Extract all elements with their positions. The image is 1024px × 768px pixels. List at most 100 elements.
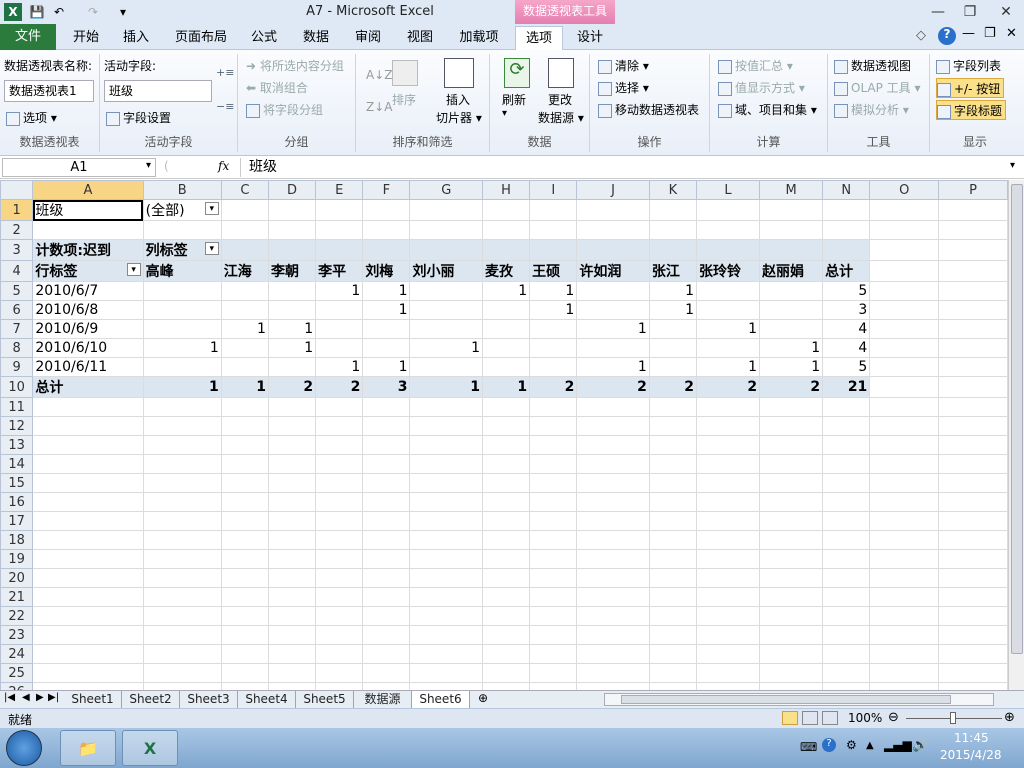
sort-asc-icon[interactable]: A↓Z (366, 68, 392, 82)
zoom-in-icon[interactable]: ⊕ (1004, 710, 1015, 725)
tab-insert[interactable]: 插入 (114, 26, 158, 50)
cell-m10[interactable]: 2 (759, 376, 824, 398)
zoom-slider-thumb[interactable] (950, 712, 956, 724)
cell-c13[interactable] (220, 435, 269, 455)
cell-b12[interactable] (142, 416, 222, 436)
clear-button[interactable]: 清除 ▾ (598, 56, 649, 76)
cell-b22[interactable] (142, 606, 222, 626)
cell-k26[interactable] (648, 682, 698, 690)
worksheet-grid[interactable]: A B C D E F G H I J K L M N O P 1 班级 (全部) ▾ 2 3 计数项:迟到 列标签 ▾ 4 行标签… (0, 180, 1008, 690)
cell-i11[interactable] (529, 397, 578, 417)
cell-j2[interactable] (576, 220, 650, 240)
cell-n8[interactable]: 4 (822, 338, 871, 358)
cell-f18[interactable] (362, 530, 411, 550)
cell-p23[interactable] (938, 625, 1008, 645)
cell-f23[interactable] (362, 625, 411, 645)
cell-k24[interactable] (648, 644, 698, 664)
cell-f21[interactable] (362, 587, 411, 607)
cell-h1[interactable] (481, 199, 531, 221)
ungroup-button[interactable]: ⬅ 取消组合 (246, 78, 308, 98)
cell-b2[interactable] (142, 220, 222, 240)
cell-o19[interactable] (869, 549, 940, 569)
vertical-scroll-thumb[interactable] (1011, 184, 1023, 654)
show-hidden-icons[interactable]: ▲ (866, 740, 874, 751)
cell-h19[interactable] (481, 549, 531, 569)
cell-g25[interactable] (409, 663, 483, 683)
cell-e20[interactable] (315, 568, 364, 588)
cell-d8[interactable]: 1 (267, 338, 317, 358)
cell-b23[interactable] (142, 625, 222, 645)
cell-f10[interactable]: 3 (362, 376, 411, 398)
cell-k19[interactable] (648, 549, 698, 569)
cell-f6[interactable]: 1 (362, 300, 411, 320)
cell-i14[interactable] (529, 454, 578, 474)
cell-a19[interactable] (32, 549, 144, 569)
cell-l10[interactable]: 2 (695, 376, 761, 398)
field-list-button[interactable]: 字段列表 (936, 56, 1001, 76)
cell-m18[interactable] (759, 530, 824, 550)
cell-c24[interactable] (220, 644, 269, 664)
cell-n1[interactable] (822, 199, 871, 221)
cell-h17[interactable] (481, 511, 531, 531)
cell-n21[interactable] (822, 587, 871, 607)
sheet-tab-3[interactable]: Sheet3 (180, 691, 238, 708)
cell-j24[interactable] (576, 644, 650, 664)
doc-close-button[interactable]: ✕ (1006, 26, 1017, 41)
cell-n11[interactable] (822, 397, 871, 417)
cell-f7[interactable] (362, 319, 411, 339)
column-header-e[interactable]: E (315, 180, 364, 200)
change-source-button[interactable]: 更改 (548, 90, 572, 110)
cell-k7[interactable] (648, 319, 698, 339)
cell-l13[interactable] (695, 435, 761, 455)
cell-p14[interactable] (938, 454, 1008, 474)
column-header-j[interactable]: J (576, 180, 650, 200)
cell-j19[interactable] (576, 549, 650, 569)
cell-k5[interactable]: 1 (648, 281, 698, 301)
cell-e3[interactable] (315, 239, 364, 261)
cell-a3[interactable]: 计数项:迟到 (32, 239, 144, 261)
cell-f12[interactable] (362, 416, 411, 436)
cell-h8[interactable] (481, 338, 531, 358)
column-header-a[interactable]: A (32, 180, 144, 200)
cell-o22[interactable] (869, 606, 940, 626)
cell-p18[interactable] (938, 530, 1008, 550)
cell-n17[interactable] (822, 511, 871, 531)
field-settings-button[interactable]: 字段设置 (106, 108, 171, 128)
cell-c4[interactable]: 江海 (220, 260, 269, 282)
cell-m16[interactable] (759, 492, 824, 512)
cell-c20[interactable] (220, 568, 269, 588)
cell-c22[interactable] (220, 606, 269, 626)
cell-k22[interactable] (648, 606, 698, 626)
horizontal-scrollbar[interactable] (604, 693, 994, 706)
cell-p9[interactable] (938, 357, 1008, 377)
cell-a15[interactable] (32, 473, 144, 493)
cell-d22[interactable] (267, 606, 317, 626)
cell-n10[interactable]: 21 (822, 376, 871, 398)
cell-h5[interactable]: 1 (481, 281, 531, 301)
cell-j20[interactable] (576, 568, 650, 588)
cell-k12[interactable] (648, 416, 698, 436)
cell-d19[interactable] (267, 549, 317, 569)
cell-a2[interactable] (32, 220, 144, 240)
formula-input[interactable]: 班级 (240, 158, 1010, 177)
cell-p12[interactable] (938, 416, 1008, 436)
network-icon[interactable]: ▂▄▆ (884, 738, 912, 752)
cell-k18[interactable] (648, 530, 698, 550)
cell-m7[interactable] (759, 319, 824, 339)
tab-page-layout[interactable]: 页面布局 (168, 26, 234, 50)
cell-o14[interactable] (869, 454, 940, 474)
help-icon[interactable]: ? (938, 27, 956, 45)
cell-a9[interactable]: 2010/6/11 (32, 357, 144, 377)
cell-m6[interactable] (759, 300, 824, 320)
cell-a14[interactable] (32, 454, 144, 474)
cell-f15[interactable] (362, 473, 411, 493)
sheet-tab-6[interactable]: 数据源 (354, 691, 412, 708)
plus-minus-buttons-toggle[interactable]: +/- 按钮 (936, 78, 1005, 98)
cell-h22[interactable] (481, 606, 531, 626)
cell-c7[interactable]: 1 (220, 319, 269, 339)
cell-l12[interactable] (695, 416, 761, 436)
cell-l2[interactable] (695, 220, 761, 240)
row-header-8[interactable]: 8 (0, 338, 34, 358)
cell-g2[interactable] (409, 220, 483, 240)
cell-k13[interactable] (648, 435, 698, 455)
